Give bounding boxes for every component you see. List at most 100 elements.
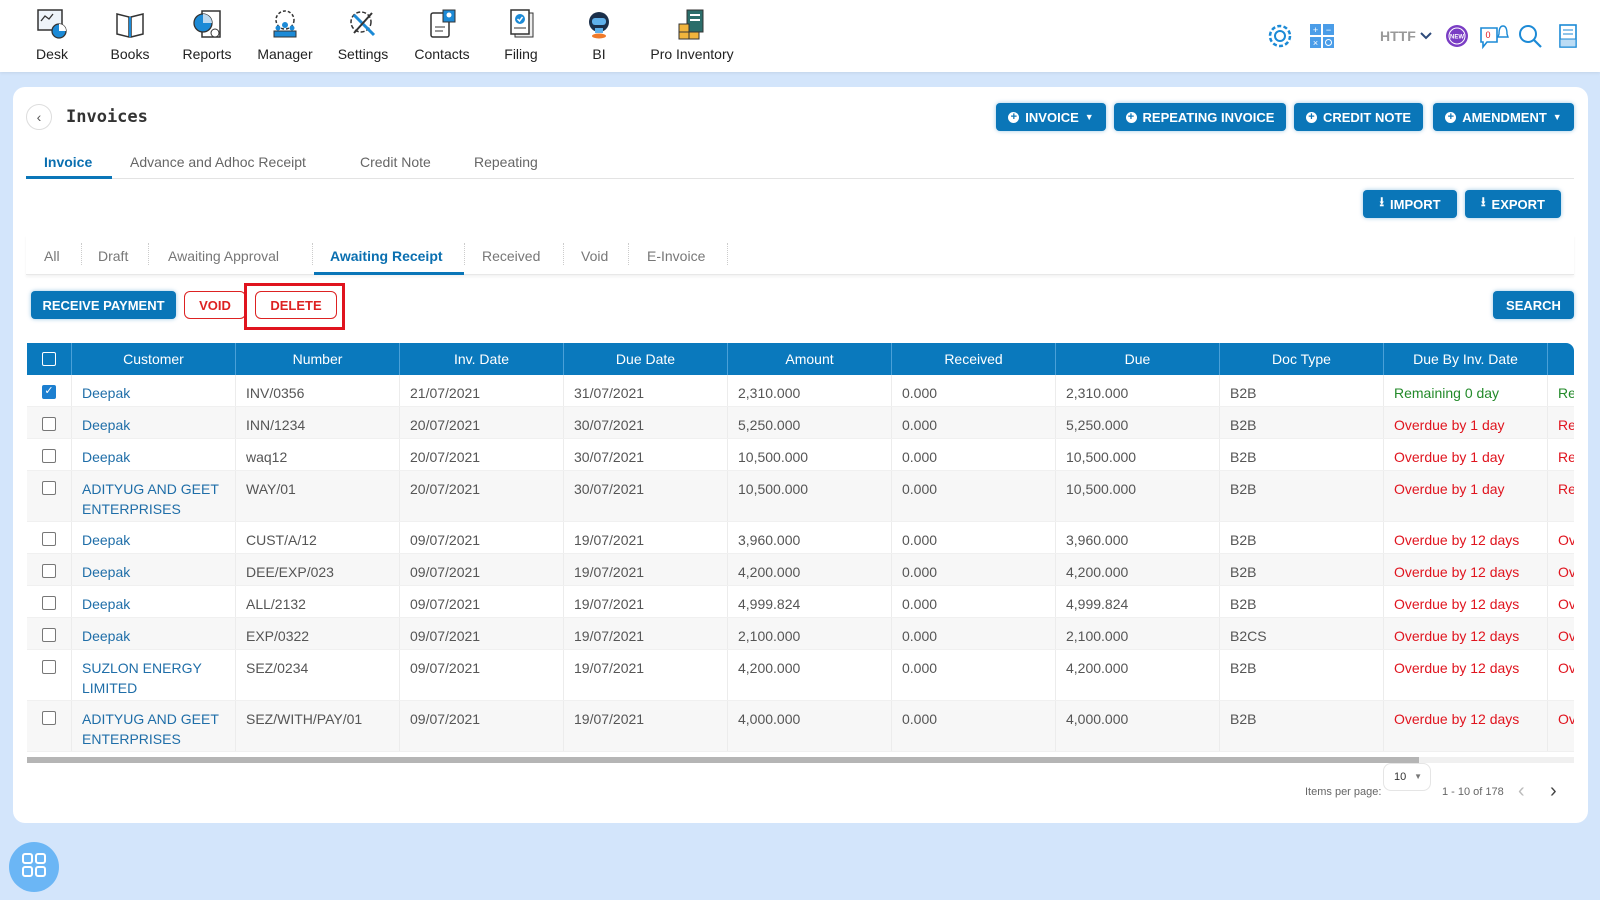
tab-divider <box>727 243 728 265</box>
status-tab-e-invoice[interactable]: E-Invoice <box>647 248 705 264</box>
back-button[interactable]: ‹ <box>26 104 52 130</box>
new-badge-icon[interactable]: NEW <box>1441 20 1473 52</box>
cell-customer[interactable]: Deepak <box>72 375 236 406</box>
cell-customer[interactable]: Deepak <box>72 407 236 438</box>
row-checkbox[interactable] <box>42 564 56 578</box>
status-tab-draft[interactable]: Draft <box>98 248 128 264</box>
header-amount[interactable]: Amount <box>728 343 892 375</box>
new-invoice-dropdown-button[interactable]: + INVOICE ▼ <box>996 103 1106 131</box>
tab-invoice[interactable]: Invoice <box>44 154 92 170</box>
cell-amount: 3,960.000 <box>728 522 892 553</box>
table-row[interactable]: ADITYUG AND GEET ENTERPRISES SEZ/WITH/PAY… <box>27 701 1574 752</box>
row-checkbox[interactable] <box>42 449 56 463</box>
status-tab-awaiting-receipt[interactable]: Awaiting Receipt <box>330 248 443 264</box>
row-checkbox[interactable] <box>42 660 56 674</box>
table-row[interactable]: Deepak DEE/EXP/023 09/07/2021 19/07/2021 4,2… <box>27 554 1574 586</box>
row-checkbox[interactable] <box>42 596 56 610</box>
cell-customer[interactable]: Deepak <box>72 554 236 585</box>
nav-reports[interactable]: Reports <box>167 6 247 62</box>
nav-pro-inventory[interactable]: Pro Inventory <box>642 6 742 62</box>
row-checkbox[interactable] <box>42 481 56 495</box>
cell-customer[interactable]: SUZLON ENERGY LIMITED <box>72 650 236 700</box>
cell-received: 0.000 <box>892 586 1056 617</box>
tab-repeating[interactable]: Repeating <box>474 154 538 170</box>
nav-desk[interactable]: Desk <box>12 6 92 62</box>
cell-customer[interactable]: Deepak <box>72 522 236 553</box>
nav-manager[interactable]: Manager <box>245 6 325 62</box>
items-per-page-select[interactable]: 10 ▼ <box>1383 763 1431 791</box>
cell-inv-date: 09/07/2021 <box>400 701 564 751</box>
cell-customer[interactable]: Deepak <box>72 586 236 617</box>
table-row[interactable]: Deepak INN/1234 20/07/2021 30/07/2021 5,250.… <box>27 407 1574 439</box>
tab-advance-adhoc-receipt[interactable]: Advance and Adhoc Receipt <box>130 154 306 170</box>
prev-page-icon[interactable]: ‹ <box>1518 780 1525 803</box>
page-title: Invoices <box>66 107 148 127</box>
horizontal-scrollbar[interactable] <box>27 757 1574 763</box>
next-page-icon[interactable]: › <box>1550 780 1557 803</box>
cell-due-date: 30/07/2021 <box>564 471 728 521</box>
cell-due-date: 19/07/2021 <box>564 650 728 700</box>
nav-bi[interactable]: BI <box>559 6 639 62</box>
table-row[interactable]: Deepak CUST/A/12 09/07/2021 19/07/2021 3,960… <box>27 522 1574 554</box>
cell-customer[interactable]: Deepak <box>72 618 236 649</box>
table-row[interactable]: Deepak ALL/2132 09/07/2021 19/07/2021 4,999.… <box>27 586 1574 618</box>
table-row[interactable]: ✓ Deepak INV/0356 21/07/2021 31/07/2021 2,310… <box>27 375 1574 407</box>
row-checkbox[interactable] <box>42 711 56 725</box>
plus-circle-icon: + <box>1008 111 1020 123</box>
header-number[interactable]: Number <box>236 343 400 375</box>
header-due-by-inv-date[interactable]: Due By Inv. Date <box>1384 343 1548 375</box>
cell-doc-type: B2B <box>1220 375 1384 406</box>
row-checkbox[interactable] <box>42 417 56 431</box>
row-checkbox[interactable] <box>42 532 56 546</box>
status-tab-all[interactable]: All <box>44 248 60 264</box>
cell-overflow: Re <box>1548 407 1574 438</box>
table-row[interactable]: Deepak EXP/0322 09/07/2021 19/07/2021 2,100.… <box>27 618 1574 650</box>
table-row[interactable]: Deepak waq12 20/07/2021 30/07/2021 10,500.00… <box>27 439 1574 471</box>
cell-amount: 2,100.000 <box>728 618 892 649</box>
header-doc-type[interactable]: Doc Type <box>1220 343 1384 375</box>
nav-contacts[interactable]: Contacts <box>402 6 482 62</box>
import-button[interactable]: ⭳ IMPORT <box>1363 190 1457 218</box>
credit-note-button[interactable]: + CREDIT NOTE <box>1294 103 1423 131</box>
search-icon[interactable] <box>1514 20 1546 52</box>
repeating-invoice-button[interactable]: + REPEATING INVOICE <box>1114 103 1286 131</box>
cell-received: 0.000 <box>892 375 1056 406</box>
cell-customer[interactable]: ADITYUG AND GEET ENTERPRISES <box>72 701 236 751</box>
notification-bell-icon[interactable]: 0 <box>1478 20 1510 52</box>
calculator-icon[interactable]: + − × <box>1306 20 1338 52</box>
amendment-dropdown-button[interactable]: + AMENDMENT ▼ <box>1433 103 1574 131</box>
cell-customer[interactable]: ADITYUG AND GEET ENTERPRISES <box>72 471 236 521</box>
header-due[interactable]: Due <box>1056 343 1220 375</box>
cell-customer[interactable]: Deepak <box>72 439 236 470</box>
status-tab-received[interactable]: Received <box>482 248 540 264</box>
row-checkbox[interactable]: ✓ <box>42 385 56 399</box>
receive-payment-button[interactable]: RECEIVE PAYMENT <box>31 291 176 319</box>
cell-amount: 10,500.000 <box>728 439 892 470</box>
items-per-page-label: Items per page: <box>1305 786 1382 798</box>
header-due-date[interactable]: Due Date <box>564 343 728 375</box>
chevron-down-icon[interactable] <box>1416 20 1436 52</box>
select-all-checkbox[interactable] <box>42 352 56 366</box>
nav-filing[interactable]: Filing <box>481 6 561 62</box>
header-inv-date[interactable]: Inv. Date <box>400 343 564 375</box>
status-tab-void[interactable]: Void <box>581 248 608 264</box>
cell-select <box>27 586 72 617</box>
search-button[interactable]: SEARCH <box>1493 291 1574 319</box>
tab-credit-note[interactable]: Credit Note <box>360 154 431 170</box>
table-row[interactable]: SUZLON ENERGY LIMITED SEZ/0234 09/07/2021 1… <box>27 650 1574 701</box>
app-menu-button[interactable] <box>9 842 59 892</box>
nav-books[interactable]: Books <box>90 6 170 62</box>
table-row[interactable]: ADITYUG AND GEET ENTERPRISES WAY/01 20/07/… <box>27 471 1574 522</box>
row-checkbox[interactable] <box>42 628 56 642</box>
company-selector[interactable]: HTTF <box>1380 28 1416 44</box>
gear-icon[interactable] <box>1264 20 1296 52</box>
void-button[interactable]: VOID <box>184 291 246 319</box>
export-button[interactable]: ⭳ EXPORT <box>1465 190 1561 218</box>
document-icon[interactable] <box>1552 20 1584 52</box>
header-customer[interactable]: Customer <box>72 343 236 375</box>
nav-settings[interactable]: Settings <box>323 6 403 62</box>
header-received[interactable]: Received <box>892 343 1056 375</box>
status-tab-awaiting-approval[interactable]: Awaiting Approval <box>168 248 279 264</box>
scrollbar-thumb[interactable] <box>27 757 1419 763</box>
cell-due-by: Overdue by 12 days <box>1384 522 1548 553</box>
